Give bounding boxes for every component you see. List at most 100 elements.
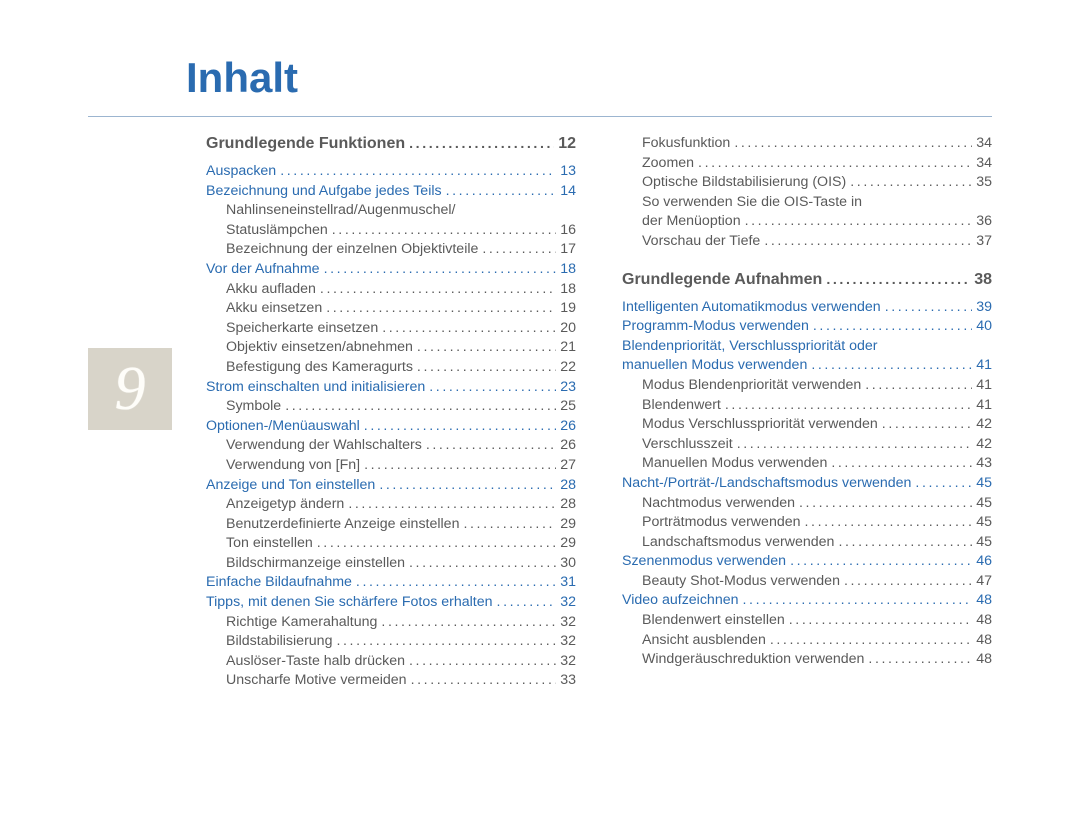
page-title: Inhalt	[186, 54, 298, 102]
title-rule	[88, 116, 992, 117]
toc-entry-page: 20	[560, 321, 576, 335]
toc-entry-page: 48	[976, 593, 992, 607]
toc-leader-dots: ........................................…	[743, 593, 973, 607]
toc-section-row: Nacht-/Porträt-/Landschaftsmodus verwend…	[622, 476, 992, 490]
toc-entry-page: 40	[976, 319, 992, 333]
toc-entry-page: 48	[976, 633, 992, 647]
toc-sub-row: Fokusfunktion...........................…	[622, 136, 992, 150]
toc-sub-row: Landschaftsmodus verwenden..............…	[622, 535, 992, 549]
toc-leader-dots: ........................................…	[789, 613, 972, 627]
toc-sub-row: Verwendung von [Fn].....................…	[206, 458, 576, 472]
toc-section-row: Anzeige und Ton einstellen..............…	[206, 478, 576, 492]
toc-entry-label: Befestigung des Kameragurts	[226, 360, 413, 374]
toc-entry-label: Windgeräuschreduktion verwenden	[642, 652, 864, 666]
toc-leader-dots: ........................................…	[463, 517, 556, 531]
toc-section-row: Vor der Aufnahme........................…	[206, 262, 576, 276]
toc-entry-page: 37	[976, 234, 992, 248]
toc-sub-row: Beauty Shot-Modus verwenden.............…	[622, 574, 992, 588]
toc-entry-page: 34	[976, 156, 992, 170]
toc-entry-page: 28	[560, 478, 576, 492]
toc-entry-label: Strom einschalten und initialisieren	[206, 380, 425, 394]
toc-leader-dots: ........................................…	[285, 399, 556, 413]
toc-entry-page: 45	[976, 535, 992, 549]
toc-entry-page: 45	[976, 476, 992, 490]
toc-entry-label: Akku einsetzen	[226, 301, 322, 315]
toc-leader-dots: ........................................…	[813, 319, 972, 333]
toc-chapter-row: Grundlegende Funktionen.................…	[206, 136, 576, 152]
toc-entry-label: Optionen-/Menüauswahl	[206, 419, 360, 433]
toc-entry-page: 41	[976, 358, 992, 372]
toc-entry-label: So verwenden Sie die OIS-Taste in	[642, 195, 862, 209]
toc-entry-page: 25	[560, 399, 576, 413]
toc-entry-label: Ansicht ausblenden	[642, 633, 766, 647]
toc-sub-row: Blendenwert einstellen..................…	[622, 613, 992, 627]
toc-section-row: Szenenmodus verwenden...................…	[622, 554, 992, 568]
toc-entry-page: 47	[976, 574, 992, 588]
toc-entry-label: Szenenmodus verwenden	[622, 554, 786, 568]
toc-sub-row: Ansicht ausblenden......................…	[622, 633, 992, 647]
toc-entry-label: Akku aufladen	[226, 282, 316, 296]
toc-leader-dots: ........................................…	[336, 634, 556, 648]
toc-entry-page: 26	[560, 438, 576, 452]
toc-entry-page: 31	[560, 575, 576, 589]
toc-entry-page: 28	[560, 497, 576, 511]
toc-section-row: Bezeichnung und Aufgabe jedes Teils.....…	[206, 184, 576, 198]
toc-entry-label: Blendenpriorität, Verschlusspriorität od…	[622, 339, 878, 353]
toc-entry-label: Nachtmodus verwenden	[642, 496, 795, 510]
toc-leader-dots: ........................................…	[446, 184, 557, 198]
toc-entry-page: 19	[560, 301, 576, 315]
toc-leader-dots: ........................................…	[770, 633, 972, 647]
toc-entry-page: 42	[976, 437, 992, 451]
toc-entry-page: 23	[560, 380, 576, 394]
toc-leader-dots: ........................................…	[326, 301, 556, 315]
toc-leader-dots: ........................................…	[364, 419, 556, 433]
toc-entry-label: Grundlegende Aufnahmen	[622, 272, 822, 288]
toc-entry-page: 41	[976, 398, 992, 412]
toc-leader-dots: ........................................…	[381, 615, 556, 629]
toc-entry-label: Manuellen Modus verwenden	[642, 456, 827, 470]
toc-sub-row: Befestigung des Kameragurts.............…	[206, 360, 576, 374]
toc-entry-label: Landschaftsmodus verwenden	[642, 535, 834, 549]
toc-leader-dots: ........................................…	[826, 273, 970, 287]
toc-leader-dots: ........................................…	[411, 673, 557, 687]
toc-entry-label: manuellen Modus verwenden	[622, 358, 807, 372]
toc-entry-label: Bildstabilisierung	[226, 634, 332, 648]
toc-sub-row: Benutzerdefinierte Anzeige einstellen...…	[206, 517, 576, 531]
toc-entry-page: 39	[976, 300, 992, 314]
toc-leader-dots: ........................................…	[409, 654, 556, 668]
toc-sub-row: Symbole.................................…	[206, 399, 576, 413]
toc-entry-label: Bezeichnung der einzelnen Objektivteile	[226, 242, 478, 256]
toc-sub-row: Nahlinseneinstellrad/Augenmuschel/	[206, 203, 576, 217]
toc-entry-label: Zoomen	[642, 156, 694, 170]
toc-entry-label: der Menüoption	[642, 214, 741, 228]
toc-sub-row: Blendenwert.............................…	[622, 398, 992, 412]
toc-leader-dots: ........................................…	[317, 536, 556, 550]
page-root: 9 Inhalt Grundlegende Funktionen........…	[0, 0, 1080, 815]
toc-section-row: Einfache Bildaufnahme...................…	[206, 575, 576, 589]
toc-entry-page: 46	[976, 554, 992, 568]
toc-entry-page: 21	[560, 340, 576, 354]
toc-entry-page: 42	[976, 417, 992, 431]
toc-entry-label: Blendenwert	[642, 398, 721, 412]
toc-entry-label: Objektiv einsetzen/abnehmen	[226, 340, 413, 354]
toc-entry-label: Vor der Aufnahme	[206, 262, 320, 276]
toc-section-row: Strom einschalten und initialisieren....…	[206, 380, 576, 394]
toc-sub-row: Akku einsetzen..........................…	[206, 301, 576, 315]
toc-entry-label: Einfache Bildaufnahme	[206, 575, 352, 589]
toc-entry-label: Vorschau der Tiefe	[642, 234, 760, 248]
toc-entry-label: Programm-Modus verwenden	[622, 319, 809, 333]
toc-leader-dots: ........................................…	[882, 417, 972, 431]
toc-leader-dots: ........................................…	[324, 262, 557, 276]
toc-sub-row: Unscharfe Motive vermeiden..............…	[206, 673, 576, 687]
toc-entry-page: 48	[976, 613, 992, 627]
toc-entry-label: Verschlusszeit	[642, 437, 733, 451]
toc-entry-page: 32	[560, 634, 576, 648]
toc-entry-label: Auspacken	[206, 164, 276, 178]
toc-entry-label: Modus Blendenpriorität verwenden	[642, 378, 861, 392]
toc-entry-page: 17	[560, 242, 576, 256]
toc-leader-dots: ........................................…	[379, 478, 556, 492]
toc-entry-label: Bezeichnung und Aufgabe jedes Teils	[206, 184, 442, 198]
toc-sub-row: Speicherkarte einsetzen.................…	[206, 321, 576, 335]
toc-sub-row: Optische Bildstabilisierung (OIS).......…	[622, 175, 992, 189]
toc-section-row: Programm-Modus verwenden................…	[622, 319, 992, 333]
